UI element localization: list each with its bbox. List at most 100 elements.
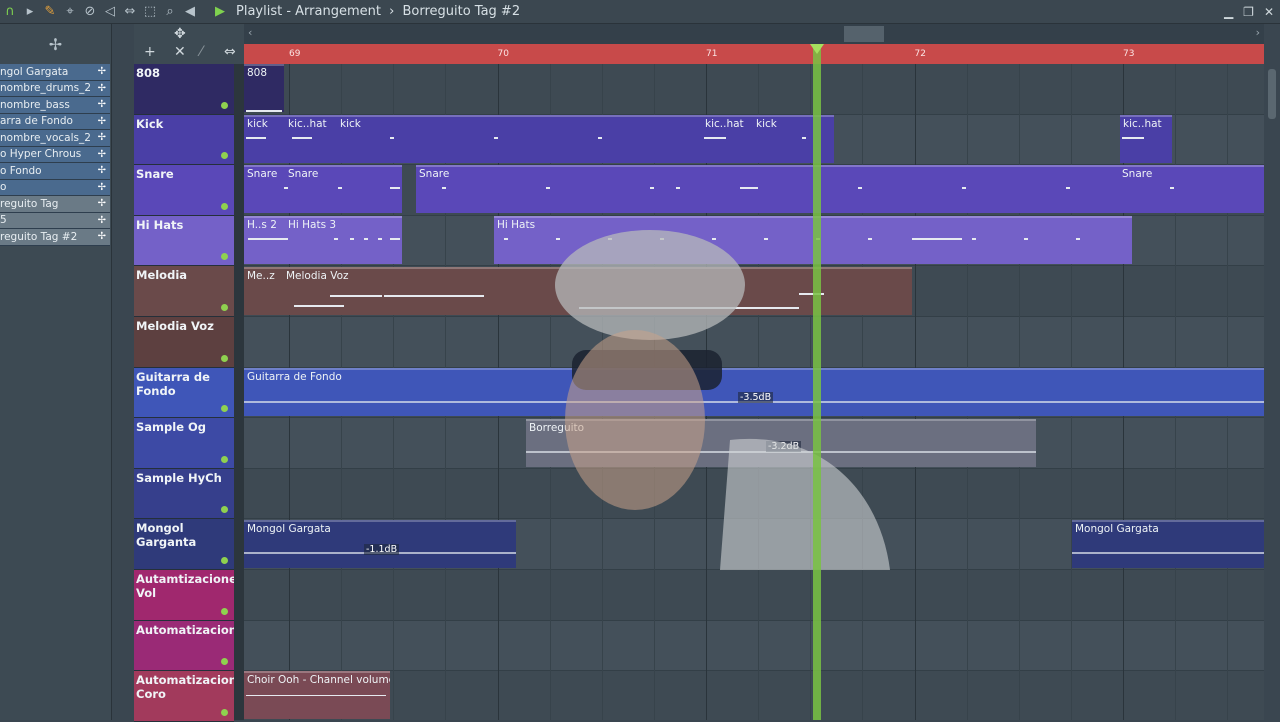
clip-snare-1[interactable]: Snare Snare	[244, 165, 402, 213]
clip-label: kick	[340, 118, 361, 130]
audio-clip-icon: ✢	[97, 66, 106, 78]
clip-mongol-1[interactable]: Mongol Gargata -1.1dB	[244, 520, 516, 568]
grid-row[interactable]	[244, 570, 1264, 621]
playhead[interactable]	[813, 44, 821, 720]
grid-row[interactable]	[244, 469, 1264, 520]
clip-choir-automation[interactable]: Choir Ooh - Channel volume	[244, 671, 390, 719]
browser-toolbar: ✢	[0, 24, 111, 64]
browser-item[interactable]: 5 ✢	[0, 212, 110, 229]
grid-row[interactable]	[244, 64, 1264, 115]
bar-ruler[interactable]: 69 70 71 72 73	[244, 44, 1264, 64]
track-header[interactable]: Kick	[134, 114, 234, 166]
slip-icon[interactable]: ⇔	[120, 0, 140, 24]
slash-icon[interactable]: ⁄	[200, 44, 202, 60]
browser-item[interactable]: o Hyper Chrous ✢	[0, 146, 110, 163]
track-enable-led[interactable]	[221, 303, 228, 311]
playback-icon[interactable]: ◀	[180, 0, 200, 24]
browser-item[interactable]: reguito Tag #2 ✢	[0, 229, 110, 246]
track-enable-led[interactable]	[221, 658, 228, 666]
clip-hihats-1[interactable]: H..s 2 Hi Hats 3	[244, 216, 402, 264]
add-icon[interactable]: +	[144, 44, 156, 60]
grid-row[interactable]	[244, 671, 1264, 720]
zoom-icon[interactable]: ⌕	[160, 0, 180, 24]
playhead-marker[interactable]	[810, 44, 824, 54]
playlist-grid[interactable]: 808 kick kic..hat kick kic..hat kick kic…	[244, 64, 1264, 720]
browser-item-label: o Hyper Chrous	[0, 148, 82, 161]
browser-item[interactable]: o Fondo ✢	[0, 163, 110, 180]
play-icon[interactable]: ▶	[210, 0, 230, 24]
vertical-scrollbar[interactable]	[1264, 24, 1280, 720]
browser-item[interactable]: o ✢	[0, 179, 110, 196]
track-enable-led[interactable]	[221, 708, 228, 716]
clip-label: Guitarra de Fondo	[247, 371, 342, 383]
track-enable-led[interactable]	[221, 607, 228, 615]
grid-row[interactable]	[244, 317, 1264, 368]
browser-item[interactable]: arra de Fondo ✢	[0, 113, 110, 130]
track-enable-led[interactable]	[221, 556, 228, 564]
clip-label: Snare	[1122, 168, 1153, 180]
track-header[interactable]: Sample Og	[134, 418, 234, 469]
track-header[interactable]: Sample HyCh	[134, 468, 234, 520]
paint-icon[interactable]: ⌖	[60, 0, 80, 24]
audio-clip-icon: ✢	[97, 165, 106, 177]
select-icon[interactable]: ⬚	[140, 0, 160, 24]
resize-icon[interactable]: ⇔	[224, 44, 236, 60]
mute-icon[interactable]: ◁	[100, 0, 120, 24]
track-enable-led[interactable]	[221, 202, 228, 210]
track-header[interactable]: Melodia Voz	[134, 316, 234, 368]
move-icon[interactable]: ✢	[49, 35, 62, 54]
clip-808[interactable]: 808	[244, 64, 284, 112]
track-enable-led[interactable]	[221, 253, 228, 261]
track-enable-led[interactable]	[221, 506, 228, 514]
browser-item[interactable]: reguito Tag ✢	[0, 196, 110, 213]
delete-icon[interactable]: ⊘	[80, 0, 100, 24]
audio-clip-icon: ✢	[97, 82, 106, 94]
close-icon[interactable]: ✕	[1264, 5, 1274, 19]
track-name: Sample HyCh	[136, 470, 222, 485]
track-header[interactable]: Mongol Garganta	[134, 519, 234, 570]
magnet-icon[interactable]: ∩	[0, 0, 20, 24]
track-header[interactable]: Guitarra de Fondo	[134, 367, 234, 419]
track-header[interactable]: Melodia	[134, 266, 234, 317]
clip-snare-2[interactable]: Snare Snare	[416, 165, 1264, 213]
clip-melodia[interactable]: Me..z Melodia Voz	[244, 267, 912, 315]
clip-label: Snare	[247, 168, 278, 180]
track-header[interactable]: Hi Hats	[134, 215, 234, 267]
chevron-left-icon[interactable]: ‹	[248, 26, 252, 39]
track-header[interactable]: 808	[134, 64, 234, 115]
track-enable-led[interactable]	[221, 405, 228, 413]
track-header[interactable]: Autamtizaciones Vol	[134, 569, 244, 621]
clip-guitarra[interactable]: Guitarra de Fondo -3.5dB	[244, 368, 1264, 416]
overview-scrollbar[interactable]: › ‹	[244, 24, 1264, 44]
clip-mongol-2[interactable]: Mongol Gargata	[1072, 520, 1264, 568]
browser-item[interactable]: nombre_bass ✢	[0, 97, 110, 114]
scroll-thumb[interactable]	[1268, 69, 1276, 119]
clip-label: kick	[756, 118, 777, 130]
track-enable-led[interactable]	[221, 354, 228, 362]
bar-number: 70	[497, 49, 509, 59]
track-name: Guitarra de Fondo	[136, 369, 210, 398]
close-icon[interactable]: ✕	[174, 44, 186, 60]
track-enable-led[interactable]	[221, 152, 228, 160]
overview-handle[interactable]	[844, 26, 884, 42]
chevron-right-icon[interactable]: ›	[1256, 26, 1260, 39]
track-name: Melodia	[136, 268, 188, 283]
browser-item[interactable]: nombre_drums_2 ✢	[0, 80, 110, 97]
track-enable-led[interactable]	[221, 101, 228, 109]
pencil-icon[interactable]: ✎	[40, 0, 60, 24]
clip-borreguito[interactable]: Borreguito -3.2dB	[526, 419, 1036, 467]
browser-item[interactable]: ngol Gargata ✢	[0, 64, 110, 81]
track-enable-led[interactable]	[221, 455, 228, 463]
browser-item[interactable]: nombre_vocals_2 ✢	[0, 130, 110, 147]
track-header[interactable]: Automatizaciones	[134, 620, 252, 672]
timeline[interactable]: › ‹ 69 70 71 72 73	[244, 24, 1264, 64]
track-header[interactable]: Snare	[134, 165, 234, 216]
clip-kick-3[interactable]: kic..hat	[1120, 115, 1172, 163]
track-header[interactable]: Automatizaciones Coro	[134, 671, 252, 722]
browser-item-label: nombre_bass	[0, 98, 70, 111]
minimize-icon[interactable]: ▁	[1224, 5, 1233, 19]
move-icon[interactable]: ✥	[174, 26, 186, 42]
restore-icon[interactable]: ❐	[1243, 5, 1254, 19]
grid-row[interactable]	[244, 620, 1264, 672]
menu-arrow-icon[interactable]: ▸	[20, 0, 40, 24]
